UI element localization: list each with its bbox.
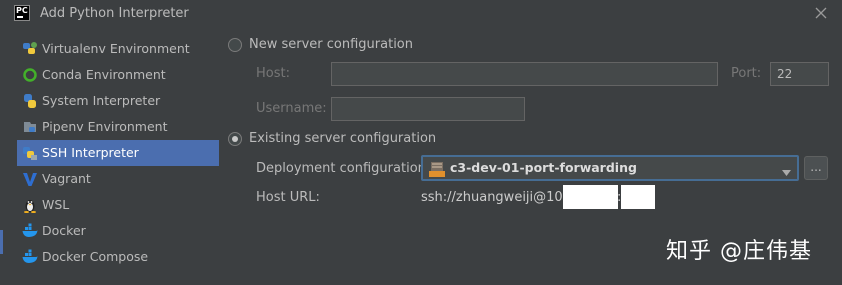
sidebar-item-wsl[interactable]: WSL bbox=[17, 192, 219, 218]
deployment-configuration-value: c3-dev-01-port-forwarding bbox=[450, 160, 637, 175]
chevron-down-icon bbox=[782, 165, 791, 180]
sidebar-item-virtualenv[interactable]: Virtualenv Environment bbox=[17, 36, 219, 62]
sidebar-item-label: Pipenv Environment bbox=[42, 119, 168, 134]
host-field[interactable] bbox=[331, 62, 718, 86]
title-bar: PC Add Python Interpreter bbox=[0, 0, 842, 28]
sidebar-item-label: System Interpreter bbox=[42, 93, 161, 108]
sidebar-item-label: Conda Environment bbox=[42, 67, 166, 82]
close-button[interactable] bbox=[812, 4, 830, 22]
python-icon bbox=[22, 93, 38, 109]
sidebar-item-conda[interactable]: Conda Environment bbox=[17, 62, 219, 88]
deployment-configuration-label: Deployment configuration: bbox=[256, 161, 431, 176]
username-input[interactable] bbox=[332, 98, 524, 120]
pycharm-logo-icon: PC bbox=[14, 5, 30, 21]
sidebar-item-system[interactable]: System Interpreter bbox=[17, 88, 219, 114]
host-label: Host: bbox=[256, 66, 290, 81]
sidebar-item-vagrant[interactable]: Vagrant bbox=[17, 166, 219, 192]
new-server-label: New server configuration bbox=[249, 37, 414, 52]
sidebar-item-label: SSH Interpreter bbox=[42, 145, 139, 160]
docker-icon bbox=[22, 223, 38, 239]
deployment-configuration-dropdown[interactable]: c3-dev-01-port-forwarding bbox=[421, 155, 799, 181]
docker-compose-icon bbox=[22, 249, 38, 265]
vagrant-icon bbox=[22, 171, 38, 187]
username-label: Username: bbox=[256, 101, 327, 116]
ssh-icon bbox=[22, 145, 38, 161]
conda-icon bbox=[22, 67, 38, 83]
redaction-box bbox=[621, 185, 655, 209]
sidebar-item-label: Docker Compose bbox=[42, 249, 149, 264]
new-server-radio[interactable] bbox=[228, 38, 242, 52]
virtualenv-icon bbox=[22, 41, 38, 57]
sidebar-item-label: WSL bbox=[42, 197, 70, 212]
pipenv-icon bbox=[22, 119, 38, 135]
sidebar-item-docker-compose[interactable]: Docker Compose bbox=[17, 244, 219, 270]
host-url-label: Host URL: bbox=[256, 190, 320, 205]
sidebar-item-docker[interactable]: Docker bbox=[17, 218, 219, 244]
sidebar-item-label: Virtualenv Environment bbox=[42, 41, 190, 56]
port-field[interactable] bbox=[770, 62, 829, 86]
username-field[interactable] bbox=[331, 97, 525, 121]
existing-server-radio[interactable] bbox=[228, 132, 242, 146]
linux-icon bbox=[22, 197, 38, 213]
host-input[interactable] bbox=[332, 63, 717, 85]
left-edge-accent bbox=[0, 230, 3, 254]
port-input[interactable] bbox=[771, 63, 828, 85]
browse-deployment-button[interactable]: ... bbox=[804, 156, 828, 180]
existing-server-label: Existing server configuration bbox=[249, 131, 437, 146]
window-title: Add Python Interpreter bbox=[40, 6, 189, 21]
watermark: 知乎 @庄伟基 bbox=[666, 239, 812, 264]
sidebar-item-ssh[interactable]: SSH Interpreter bbox=[17, 140, 219, 166]
interpreter-type-list: Virtualenv Environment Conda Environment… bbox=[17, 36, 219, 270]
close-icon bbox=[815, 7, 827, 19]
sftp-server-icon bbox=[429, 161, 445, 177]
sidebar-item-label: Docker bbox=[42, 223, 86, 238]
radio-selected-dot bbox=[232, 136, 238, 142]
sidebar-item-pipenv[interactable]: Pipenv Environment bbox=[17, 114, 219, 140]
redaction-box bbox=[563, 185, 618, 209]
host-url-value: ssh://zhuangweiji@10.22 bbox=[421, 190, 584, 205]
port-label: Port: bbox=[731, 66, 762, 81]
sidebar-item-label: Vagrant bbox=[42, 171, 91, 186]
